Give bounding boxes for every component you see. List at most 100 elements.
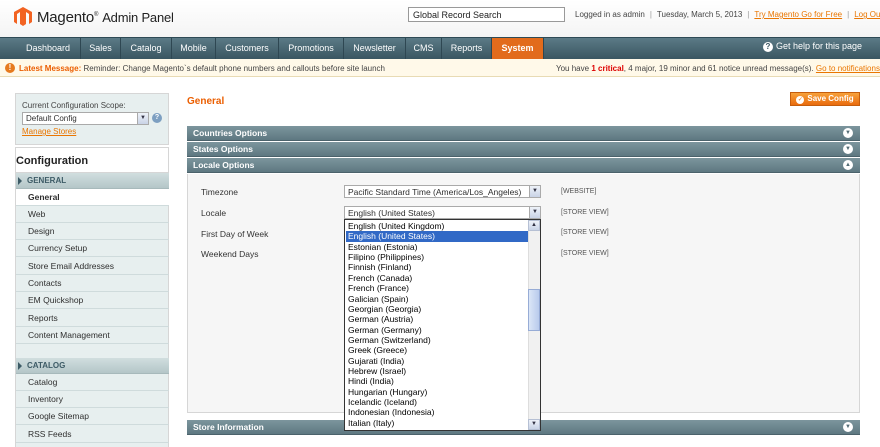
sidebar-item-inventory[interactable]: Inventory: [16, 391, 169, 408]
chevron-down-icon: ▼: [843, 422, 853, 432]
latest-message: Latest Message: Reminder: Change Magento…: [19, 64, 385, 73]
nav-sales[interactable]: Sales: [81, 38, 121, 59]
locale-option[interactable]: French (Canada): [346, 273, 529, 283]
locale-option[interactable]: English (United Kingdom): [346, 221, 529, 231]
configuration-title: Configuration: [15, 147, 169, 173]
nav-cms[interactable]: CMS: [406, 38, 442, 59]
brand-suffix: Admin Panel: [102, 10, 174, 25]
scope-label: Current Configuration Scope:: [22, 101, 126, 110]
locale-option[interactable]: Hungarian (Hungary): [346, 387, 529, 397]
locale-label: Locale: [201, 208, 227, 218]
help-text: Get help for this page: [776, 41, 863, 51]
sidebar-item-store-email-addresses[interactable]: Store Email Addresses: [16, 258, 169, 275]
nav-system[interactable]: System: [492, 38, 544, 59]
scope-help-icon[interactable]: ?: [152, 113, 162, 123]
nav-mobile[interactable]: Mobile: [172, 38, 216, 59]
locale-option[interactable]: German (Switzerland): [346, 335, 529, 345]
section-title: Locale Options: [193, 160, 255, 170]
sidebar-item-contacts[interactable]: Contacts: [16, 275, 169, 292]
sidebar-item-general[interactable]: General: [16, 189, 169, 206]
section-title: States Options: [193, 144, 253, 154]
locale-select[interactable]: English (United States) ▼: [344, 206, 541, 219]
sidebar-item-web[interactable]: Web: [16, 206, 169, 223]
section-title: Store Information: [193, 422, 264, 432]
locale-option[interactable]: Gujarati (India): [346, 356, 529, 366]
locale-value: English (United States): [348, 208, 435, 218]
section-locale-options[interactable]: Locale Options ▲: [187, 158, 860, 173]
first-day-of-week-label: First Day of Week: [201, 229, 269, 239]
nav-catalog[interactable]: Catalog: [121, 38, 172, 59]
locale-option[interactable]: Filipino (Philippines): [346, 252, 529, 262]
sidebar-item-rss-feeds[interactable]: RSS Feeds: [16, 426, 169, 443]
sidebar-item-reports[interactable]: Reports: [16, 310, 169, 327]
chevron-down-icon: ▼: [529, 186, 540, 197]
save-config-label: Save Config: [807, 94, 854, 103]
main-nav: Dashboard Sales Catalog Mobile Customers…: [0, 37, 880, 59]
alert-icon: !: [5, 63, 15, 73]
manage-stores-link[interactable]: Manage Stores: [22, 127, 76, 136]
sidebar-item-catalog[interactable]: Catalog: [16, 374, 169, 391]
locale-option-selected[interactable]: English (United States): [346, 231, 529, 242]
sidebar-item-currency-setup[interactable]: Currency Setup: [16, 240, 169, 257]
weekend-days-scope: [STORE VIEW]: [561, 250, 609, 257]
chevron-down-icon: ▼: [843, 144, 853, 154]
locale-option[interactable]: French (France): [346, 283, 529, 293]
timezone-select[interactable]: Pacific Standard Time (America/Los_Angel…: [344, 185, 541, 198]
locale-option[interactable]: Italian (Italy): [346, 418, 529, 428]
message-summary: You have 1 critical, 4 major, 19 minor a…: [556, 64, 880, 73]
section-countries-options[interactable]: Countries Options ▼: [187, 126, 860, 141]
nav-promotions[interactable]: Promotions: [279, 38, 344, 59]
locale-option[interactable]: Hebrew (Israel): [346, 366, 529, 376]
locale-option[interactable]: Galician (Spain): [346, 294, 529, 304]
sidebar-item-em-quickshop[interactable]: EM Quickshop: [16, 292, 169, 309]
locale-dropdown-list[interactable]: English (United Kingdom) English (United…: [344, 219, 541, 431]
logout-link[interactable]: Log Out: [854, 10, 880, 19]
scrollbar-thumb[interactable]: [528, 289, 540, 331]
chevron-down-icon: ▼: [137, 113, 148, 124]
nav-dashboard[interactable]: Dashboard: [16, 38, 81, 59]
locale-option[interactable]: Georgian (Georgia): [346, 304, 529, 314]
page-title: General: [187, 96, 225, 107]
locale-option[interactable]: Estonian (Estonia): [346, 242, 529, 252]
first-day-scope: [STORE VIEW]: [561, 229, 609, 236]
latest-message-label: Latest Message:: [19, 64, 82, 73]
magento-logo-icon[interactable]: [12, 6, 34, 28]
sidebar-item-design[interactable]: Design: [16, 223, 169, 240]
chevron-up-icon: ▲: [843, 160, 853, 170]
nav-newsletter[interactable]: Newsletter: [344, 38, 406, 59]
section-label: CATALOG: [27, 361, 66, 370]
global-search-input[interactable]: [408, 7, 565, 22]
latest-message-text: Reminder: Change Magento`s default phone…: [83, 64, 386, 73]
go-to-notifications-link[interactable]: Go to notifications: [816, 64, 880, 73]
scroll-up-icon[interactable]: ▲: [528, 220, 540, 231]
sidebar-section-catalog[interactable]: CATALOG: [16, 358, 169, 374]
header-links: Logged in as admin | Tuesday, March 5, 201…: [575, 10, 880, 19]
date-text: Tuesday, March 5, 2013: [656, 10, 743, 19]
section-states-options[interactable]: States Options ▼: [187, 142, 860, 157]
sidebar-section-general[interactable]: GENERAL: [16, 173, 169, 189]
brand-magento: Magento: [37, 9, 94, 26]
sidebar-item-google-sitemap[interactable]: Google Sitemap: [16, 408, 169, 425]
nav-customers[interactable]: Customers: [216, 38, 279, 59]
sidebar-item-content-management[interactable]: Content Management: [16, 327, 169, 344]
locale-option[interactable]: German (Germany): [346, 325, 529, 335]
locale-option[interactable]: Finnish (Finland): [346, 262, 529, 272]
locale-option[interactable]: German (Austria): [346, 314, 529, 324]
locale-option[interactable]: Greek (Greece): [346, 345, 529, 355]
locale-option[interactable]: Icelandic (Iceland): [346, 397, 529, 407]
nav-reports[interactable]: Reports: [442, 38, 492, 59]
locale-option[interactable]: Hindi (India): [346, 376, 529, 386]
scroll-down-icon[interactable]: ▼: [528, 419, 540, 430]
critical-label: critical: [598, 64, 624, 73]
try-magento-link[interactable]: Try Magento Go for Free: [754, 10, 842, 19]
scope-select-value: Default Config: [26, 114, 77, 123]
timezone-scope: [WEBSITE]: [561, 188, 597, 195]
weekend-days-label: Weekend Days: [201, 249, 259, 259]
save-config-button[interactable]: ✓ Save Config: [790, 92, 860, 106]
locale-option[interactable]: Indonesian (Indonesia): [346, 407, 529, 417]
help-link[interactable]: ? Get help for this page: [763, 41, 862, 52]
chevron-down-icon: ▼: [843, 128, 853, 138]
logged-in-text: Logged in as admin: [575, 10, 645, 19]
scope-select[interactable]: Default Config ▼: [22, 112, 149, 125]
save-icon: ✓: [796, 96, 805, 104]
